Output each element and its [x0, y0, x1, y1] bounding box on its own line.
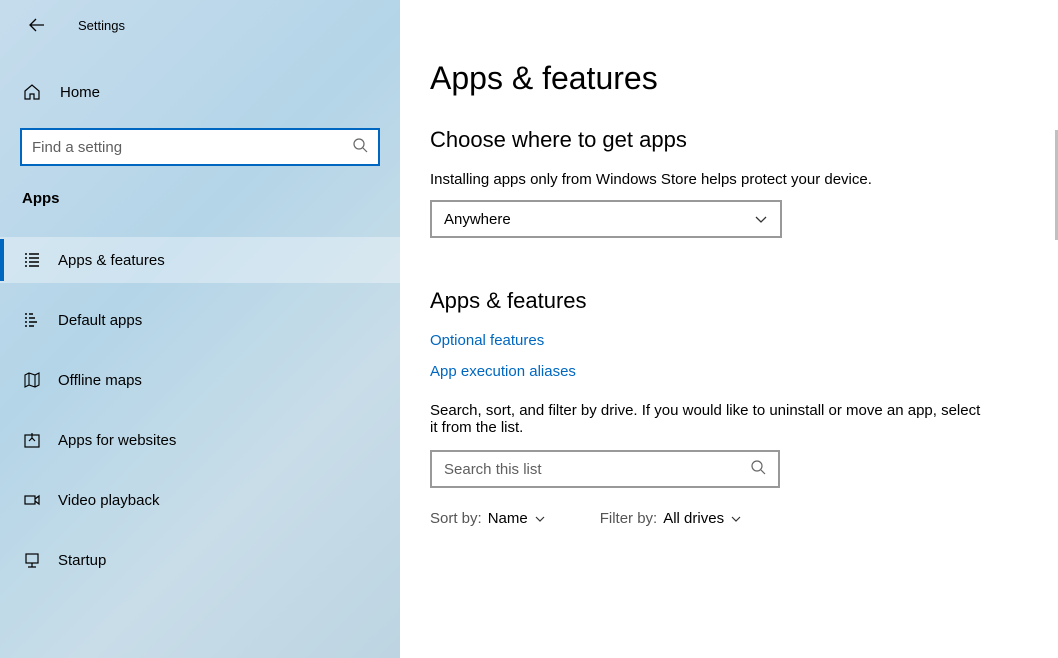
nav-label: Startup	[58, 552, 106, 569]
nav-apps-features[interactable]: Apps & features	[0, 237, 400, 283]
app-aliases-link[interactable]: App execution aliases	[430, 363, 1028, 380]
defaults-icon	[22, 310, 42, 330]
app-list-search[interactable]	[430, 450, 780, 488]
nav-video-playback[interactable]: Video playback	[0, 477, 400, 523]
search-icon	[352, 137, 368, 157]
filter-label: Filter by:	[600, 510, 658, 527]
home-nav[interactable]: Home	[0, 70, 400, 114]
nav-startup[interactable]: Startup	[0, 537, 400, 583]
category-header: Apps	[22, 190, 400, 207]
search-icon	[750, 459, 766, 479]
sort-label: Sort by:	[430, 510, 482, 527]
filter-value: All drives	[663, 510, 724, 527]
nav-label: Video playback	[58, 492, 159, 509]
settings-search[interactable]	[20, 128, 380, 166]
map-icon	[22, 370, 42, 390]
page-title: Apps & features	[430, 60, 1028, 97]
chevron-down-icon	[754, 212, 768, 226]
main-content: Apps & features Choose where to get apps…	[400, 0, 1058, 658]
list-icon	[22, 250, 42, 270]
nav-label: Apps for websites	[58, 432, 176, 449]
nav-apps-websites[interactable]: Apps for websites	[0, 417, 400, 463]
arrow-left-icon	[28, 16, 46, 34]
nav-label: Apps & features	[58, 252, 165, 269]
home-label: Home	[60, 84, 100, 101]
dropdown-value: Anywhere	[444, 211, 511, 228]
open-icon	[22, 430, 42, 450]
startup-icon	[22, 550, 42, 570]
home-icon	[22, 82, 42, 102]
nav-offline-maps[interactable]: Offline maps	[0, 357, 400, 403]
section-desc: Search, sort, and filter by drive. If yo…	[430, 402, 990, 436]
nav-default-apps[interactable]: Default apps	[0, 297, 400, 343]
sort-by-control[interactable]: Sort by: Name	[430, 510, 546, 527]
nav-label: Offline maps	[58, 372, 142, 389]
install-source-dropdown[interactable]: Anywhere	[430, 200, 782, 238]
filter-by-control[interactable]: Filter by: All drives	[600, 510, 742, 527]
section-heading: Choose where to get apps	[430, 127, 1028, 153]
window-title: Settings	[78, 18, 125, 33]
settings-search-input[interactable]	[32, 139, 352, 156]
nav-label: Default apps	[58, 312, 142, 329]
sort-value: Name	[488, 510, 528, 527]
chevron-down-icon	[534, 513, 546, 525]
chevron-down-icon	[730, 513, 742, 525]
back-button[interactable]	[22, 10, 52, 40]
app-list-search-input[interactable]	[444, 461, 750, 478]
optional-features-link[interactable]: Optional features	[430, 332, 1028, 349]
section-heading: Apps & features	[430, 288, 1028, 314]
video-icon	[22, 490, 42, 510]
section-desc: Installing apps only from Windows Store …	[430, 171, 1028, 188]
